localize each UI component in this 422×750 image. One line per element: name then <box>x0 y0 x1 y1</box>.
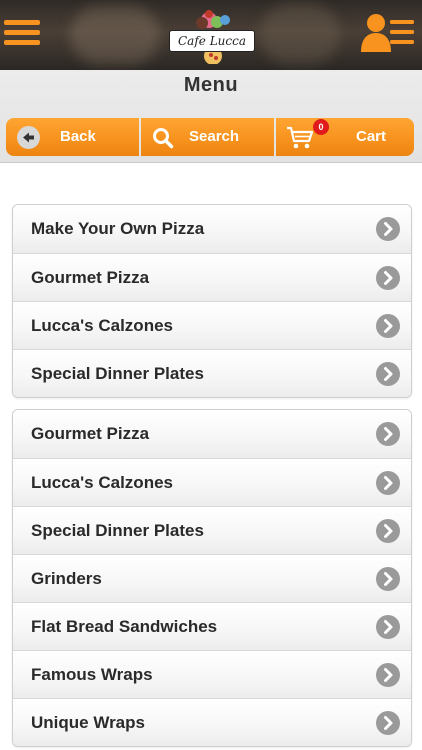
chevron-right-icon <box>376 362 400 386</box>
menu-item[interactable]: Lucca's Calzones <box>13 301 411 349</box>
menu-item[interactable]: Grinders <box>13 554 411 602</box>
chevron-right-icon <box>376 663 400 687</box>
menu-item-label: Unique Wraps <box>31 713 145 732</box>
menu-item-label: Gourmet Pizza <box>31 268 150 287</box>
menu-item-label: Grinders <box>31 569 102 588</box>
chevron-right-icon <box>376 615 400 639</box>
chevron-right-icon <box>376 567 400 591</box>
menu-item-label: Flat Bread Sandwiches <box>31 617 218 636</box>
search-icon <box>153 128 174 149</box>
chevron-right-icon <box>376 217 400 241</box>
menu-item-label: Lucca's Calzones <box>31 316 173 335</box>
header-background-blur <box>70 6 160 64</box>
menu-item[interactable]: Famous Wraps <box>13 650 411 698</box>
search-button[interactable]: Search <box>141 118 274 156</box>
cart-icon <box>287 126 314 149</box>
menu-item-label: Gourmet Pizza <box>31 424 150 443</box>
menu-item[interactable]: Flat Bread Sandwiches <box>13 602 411 650</box>
menu-list-group: Gourmet Pizza Lucca's Calzones Special D… <box>12 409 412 747</box>
app-header: Cafe Lucca <box>0 0 422 70</box>
back-button[interactable]: Back <box>6 118 139 156</box>
menu-item-label: Special Dinner Plates <box>31 364 204 383</box>
chevron-right-icon <box>376 711 400 735</box>
chevron-right-icon <box>376 314 400 338</box>
menu-item-label: Lucca's Calzones <box>31 473 173 492</box>
page-title: Menu <box>183 74 239 96</box>
menu-item[interactable]: Lucca's Calzones <box>13 458 411 506</box>
cart-count-badge: 0 <box>313 119 329 135</box>
menu-item[interactable]: Gourmet Pizza <box>13 253 411 301</box>
hamburger-menu-icon[interactable] <box>4 14 42 52</box>
user-list-icon[interactable] <box>360 12 416 54</box>
chevron-right-icon <box>376 422 400 446</box>
menu-item[interactable]: Special Dinner Plates <box>13 506 411 554</box>
menu-item[interactable]: Make Your Own Pizza <box>13 205 411 253</box>
menu-item[interactable]: Gourmet Pizza <box>13 410 411 458</box>
search-label: Search <box>189 128 240 145</box>
menu-item[interactable]: Special Dinner Plates <box>13 349 411 397</box>
header-background-blur <box>260 4 340 64</box>
cart-button[interactable]: 0 Cart <box>276 118 414 156</box>
back-label: Back <box>60 128 96 145</box>
menu-item-label: Make Your Own Pizza <box>31 219 205 238</box>
menu-item-label: Famous Wraps <box>31 665 153 684</box>
chevron-right-icon <box>376 471 400 495</box>
logo-text: Cafe Lucca <box>169 30 255 52</box>
menu-item-label: Special Dinner Plates <box>31 521 204 540</box>
menu-item[interactable]: Unique Wraps <box>13 698 411 746</box>
chevron-right-icon <box>376 266 400 290</box>
cafe-lucca-logo: Cafe Lucca <box>169 8 255 65</box>
menu-list-group: Make Your Own Pizza Gourmet Pizza Lucca'… <box>12 204 412 398</box>
back-arrow-icon <box>17 126 40 149</box>
cart-label: Cart <box>356 128 387 145</box>
chevron-right-icon <box>376 519 400 543</box>
